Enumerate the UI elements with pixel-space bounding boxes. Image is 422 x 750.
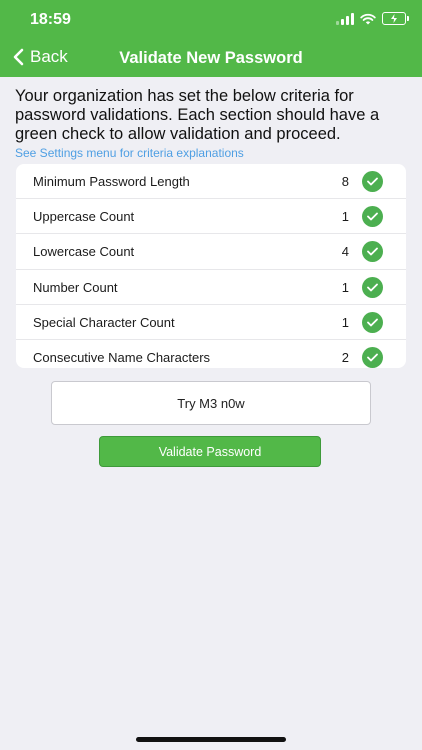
battery-charging-icon — [382, 12, 409, 25]
criteria-value: 1 — [341, 314, 349, 330]
intro-text: Your organization has set the below crit… — [15, 87, 380, 143]
criteria-value: 1 — [341, 279, 349, 295]
green-check-icon — [362, 276, 383, 298]
criteria-row-special: Special Character Count 1 — [16, 305, 406, 340]
criteria-row-consecutive-name: Consecutive Name Characters 2 — [16, 340, 406, 368]
criteria-label: Lowercase Count — [33, 244, 135, 260]
validate-password-button[interactable]: Validate Password — [99, 436, 321, 467]
password-input-container — [51, 381, 371, 425]
criteria-row-uppercase: Uppercase Count 1 — [16, 199, 406, 235]
green-check-icon — [362, 241, 383, 263]
criteria-row-number: Number Count 1 — [16, 270, 406, 305]
settings-help-link[interactable]: See Settings menu for criteria explanati… — [15, 146, 244, 160]
criteria-value: 2 — [341, 349, 349, 365]
page-title: Validate New Password — [119, 49, 303, 67]
home-indicator[interactable] — [136, 737, 286, 742]
wifi-icon — [360, 13, 376, 24]
criteria-label: Consecutive Name Characters — [33, 349, 211, 365]
password-input[interactable] — [52, 394, 370, 412]
criteria-label: Uppercase Count — [33, 209, 135, 225]
top-bar: 18:59 Back Validate New Password — [0, 0, 422, 77]
green-check-icon — [362, 346, 383, 368]
criteria-row-min-length: Minimum Password Length 8 — [16, 164, 406, 200]
criteria-row-lowercase: Lowercase Count 4 — [16, 234, 406, 270]
criteria-label: Special Character Count — [33, 314, 175, 330]
criteria-value: 4 — [341, 244, 349, 260]
status-icons — [336, 12, 409, 25]
criteria-value: 8 — [341, 174, 349, 189]
status-time: 18:59 — [30, 11, 71, 28]
green-check-icon — [362, 311, 383, 333]
criteria-label: Minimum Password Length — [33, 174, 190, 189]
green-check-icon — [362, 206, 383, 228]
cellular-signal-icon — [336, 12, 354, 25]
criteria-list: Minimum Password Length 8 Uppercase Coun… — [16, 164, 406, 368]
green-check-icon — [362, 171, 383, 192]
criteria-value: 1 — [341, 209, 349, 225]
criteria-label: Number Count — [33, 279, 118, 295]
